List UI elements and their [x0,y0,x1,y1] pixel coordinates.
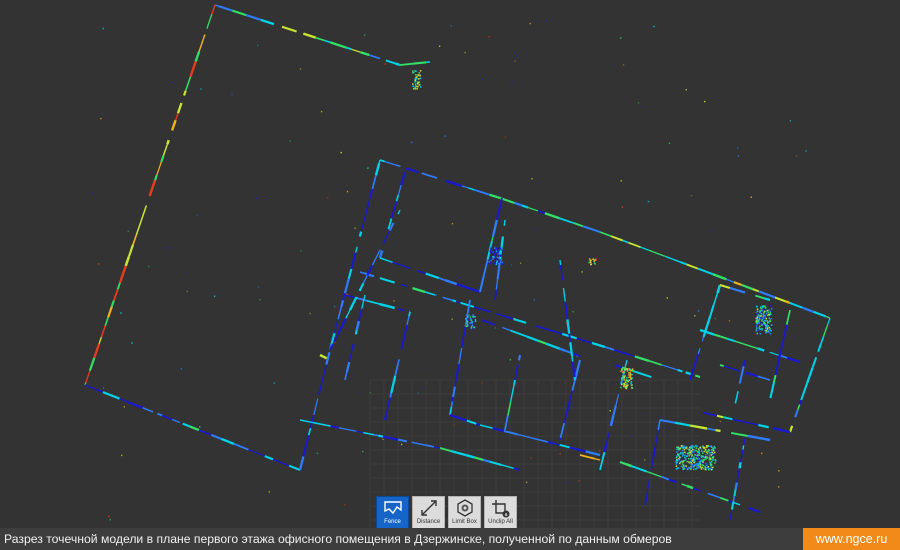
point-cloud-floor-plan [84,4,831,521]
unclip-all-label: Unclip All [488,519,513,525]
fence-button[interactable]: Fence [376,496,409,529]
limit-box-icon [456,499,473,517]
limit-box-label: Limit Box [452,519,477,525]
unclip-all-button[interactable]: a Unclip All [484,496,517,529]
distance-button[interactable]: Distance [412,496,445,529]
distance-icon [420,500,437,516]
limit-box-button[interactable]: Limit Box [448,496,481,529]
site-link[interactable]: www.ngce.ru [803,528,900,550]
fence-label: Fence [384,519,401,525]
distance-label: Distance [416,519,441,525]
point-cloud-viewport[interactable]: Fence Distance Limit Box a Unclip All [0,0,900,529]
caption-bar: Разрез точечной модели в плане первого э… [0,528,900,550]
unclip-all-icon: a [491,500,509,518]
svg-text:a: a [504,512,507,518]
fence-icon [383,501,402,515]
clip-toolbar: Fence Distance Limit Box a Unclip All [376,496,517,529]
image-caption: Разрез точечной модели в плане первого э… [4,532,672,546]
